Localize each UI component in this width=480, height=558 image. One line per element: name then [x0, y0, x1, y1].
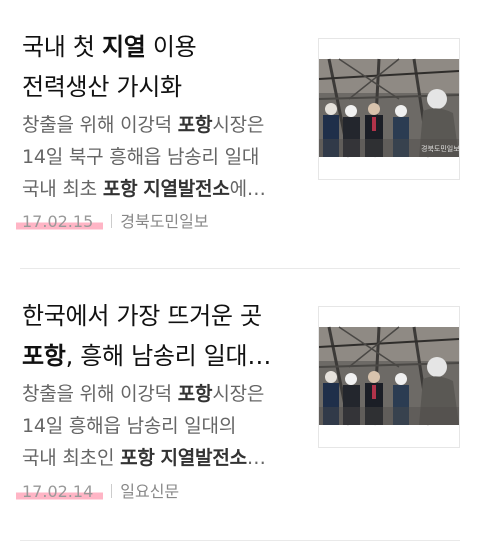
photo-watermark: 경북도민일보	[421, 144, 459, 153]
article-date: 17.02.15	[16, 212, 104, 231]
article-title[interactable]: 국내 첫 지열 이용 전력생산 가시화	[22, 27, 292, 107]
article-meta: 17.02.15 경북도민일보	[16, 211, 209, 233]
summary-text: 국내 최초	[22, 178, 103, 200]
article-meta: 17.02.14 일요신문	[16, 481, 180, 503]
summary-keyword: 포항	[120, 447, 155, 469]
article-date: 17.02.14	[16, 482, 104, 501]
summary-text: …	[246, 447, 266, 469]
summary-text: 에…	[229, 178, 266, 200]
news-photo-geothermal-plant-icon	[319, 307, 459, 447]
summary-text: 시장은	[212, 383, 265, 405]
title-keyword: 포항	[22, 342, 66, 370]
summary-text: 국내 최초인	[22, 447, 121, 469]
news-card[interactable]: 한국에서 가장 뜨거운 곳 포항, 흥해 남송리 일대… 창출을 위해 이강덕 …	[0, 269, 480, 539]
summary-keyword: 포항	[102, 178, 138, 200]
summary-keyword: 포항	[177, 383, 213, 405]
meta-divider	[111, 484, 113, 498]
title-text: 이용	[145, 33, 197, 61]
summary-text: 14일 북구 흥해읍 남송리 일대	[22, 146, 260, 168]
news-photo-geothermal-plant-icon: 경북도민일보	[319, 39, 459, 179]
title-text: 국내 첫	[22, 33, 102, 61]
article-summary: 창출을 위해 이강덕 포항시장은 14일 흥해읍 남송리 일대의 국내 최초인 …	[22, 378, 302, 474]
article-thumbnail[interactable]	[318, 306, 460, 448]
news-feed: 국내 첫 지열 이용 전력생산 가시화 창출을 위해 이강덕 포항시장은 14일…	[0, 0, 480, 558]
title-text: 한국에서 가장 뜨거운 곳	[22, 302, 262, 330]
summary-keyword: 포항	[177, 114, 213, 136]
summary-text: 14일 흥해읍 남송리 일대의	[22, 415, 237, 437]
card-divider	[20, 540, 460, 541]
summary-text: 창출을 위해 이강덕	[22, 114, 178, 136]
article-summary: 창출을 위해 이강덕 포항시장은 14일 북구 흥해읍 남송리 일대 국내 최초…	[22, 109, 302, 205]
summary-text: 창출을 위해 이강덕	[22, 383, 178, 405]
article-thumbnail[interactable]: 경북도민일보	[318, 38, 460, 180]
article-source: 경북도민일보	[120, 212, 209, 231]
summary-keyword: 지열발전소	[143, 178, 230, 200]
article-title[interactable]: 한국에서 가장 뜨거운 곳 포항, 흥해 남송리 일대…	[22, 296, 292, 376]
title-keyword: 지열	[102, 33, 146, 61]
article-source: 일요신문	[120, 482, 180, 501]
summary-keyword: 지열발전소	[160, 447, 248, 469]
news-card[interactable]: 국내 첫 지열 이용 전력생산 가시화 창출을 위해 이강덕 포항시장은 14일…	[0, 0, 480, 268]
meta-divider	[111, 214, 113, 228]
title-text: 전력생산 가시화	[22, 73, 182, 101]
summary-text: 시장은	[212, 114, 265, 136]
title-text: , 흥해 남송리 일대…	[65, 342, 272, 370]
